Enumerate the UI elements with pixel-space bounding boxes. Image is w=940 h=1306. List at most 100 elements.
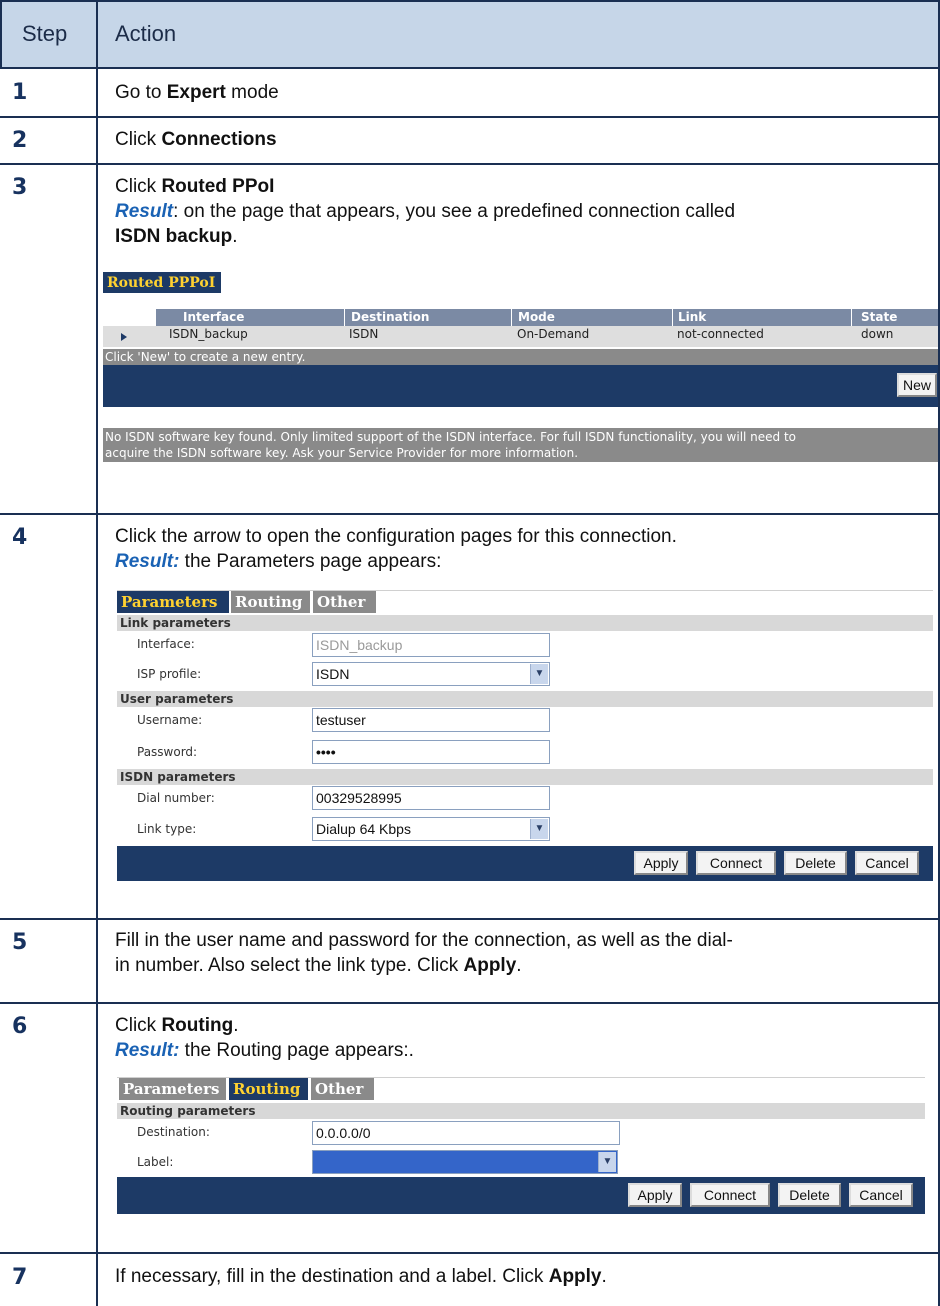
step-text-bold: Routed PPoI	[161, 176, 275, 197]
tab-strip: Parameters Routing Other	[117, 590, 933, 613]
col-mode: Mode	[518, 310, 555, 324]
link-type-select[interactable]: Dialup 64 Kbps ▼	[312, 817, 550, 841]
routing-screenshot: Parameters Routing Other Routing paramet…	[117, 1077, 925, 1245]
link-type-label: Link type:	[137, 822, 197, 836]
row-link: not-connected	[677, 327, 764, 341]
result-text-bold: ISDN backup	[115, 226, 233, 247]
open-row-arrow-icon[interactable]	[121, 333, 127, 341]
step-number: 1	[12, 80, 28, 105]
step-text: Click the arrow to open the configuratio…	[115, 524, 935, 574]
step-text-bold: Routing	[161, 1015, 234, 1036]
result-text: the Parameters page appears:	[179, 551, 442, 572]
routed-pppoi-title: Routed PPPoI	[103, 272, 222, 293]
destination-field[interactable]: 0.0.0.0/0	[312, 1121, 620, 1145]
label-select[interactable]: ▼	[312, 1150, 618, 1174]
destination-label: Destination:	[137, 1125, 210, 1139]
step-text-bold: Connections	[161, 129, 277, 150]
chevron-down-icon[interactable]: ▼	[530, 819, 548, 839]
step-text-bold: Apply	[463, 955, 517, 976]
isp-profile-value: ISDN	[316, 666, 350, 682]
routing-parameters-section: Routing parameters	[117, 1103, 925, 1119]
column-separator	[672, 309, 673, 326]
action-bar: New	[103, 365, 938, 407]
column-separator	[851, 309, 852, 326]
dial-number-field[interactable]: 00329528995	[312, 786, 550, 810]
tab-other[interactable]: Other	[311, 1078, 374, 1100]
step-text-part: Click	[115, 129, 162, 150]
username-label: Username:	[137, 713, 203, 727]
isp-profile-select[interactable]: ISDN ▼	[312, 662, 550, 686]
isdn-key-warning: No ISDN software key found. Only limited…	[103, 428, 938, 462]
step-text-part: .	[516, 955, 522, 976]
apply-button[interactable]: Apply	[628, 1183, 682, 1207]
col-interface: Interface	[183, 310, 245, 324]
step-text: Click Routing. Result: the Routing page …	[115, 1013, 935, 1063]
connect-button[interactable]: Connect	[690, 1183, 770, 1207]
result-label: Result:	[115, 1040, 180, 1061]
interface-label: Interface:	[137, 637, 195, 651]
routed-pppoi-screenshot: Routed PPPoI Interface Destination Mode …	[103, 272, 938, 462]
tab-routing[interactable]: Routing	[229, 1078, 308, 1100]
row-destination: ISDN	[349, 327, 379, 341]
chevron-down-icon[interactable]: ▼	[530, 664, 548, 684]
step-number: 4	[12, 525, 28, 550]
interface-field: ISDN_backup	[312, 633, 550, 657]
user-parameters-section: User parameters	[117, 691, 933, 707]
warning-line: No ISDN software key found. Only limited…	[105, 430, 797, 444]
rule	[0, 1252, 940, 1254]
rule	[0, 67, 940, 69]
new-button[interactable]: New	[897, 373, 937, 397]
result-text: .	[232, 226, 238, 247]
column-separator	[344, 309, 345, 326]
step-text-part: Click the arrow to open the configuratio…	[115, 526, 677, 547]
step-text-part: Click	[115, 176, 162, 197]
result-label: Result	[115, 201, 174, 222]
step-number: 2	[12, 128, 28, 153]
username-field[interactable]: testuser	[312, 708, 550, 732]
rule	[0, 918, 940, 920]
new-entry-hint: Click 'New' to create a new entry.	[103, 349, 938, 365]
step-text-bold: Expert	[166, 82, 226, 103]
result-text: : on the page that appears, you see a pr…	[173, 201, 736, 222]
password-label: Password:	[137, 745, 198, 759]
connections-grid-header: Interface Destination Mode Link State	[156, 309, 938, 326]
isdn-parameters-section: ISDN parameters	[117, 769, 933, 785]
action-column-header: Action	[115, 21, 177, 46]
tab-other[interactable]: Other	[313, 591, 376, 613]
tab-parameters[interactable]: Parameters	[117, 591, 229, 613]
step-number: 7	[12, 1265, 28, 1290]
step-text-part: .	[601, 1266, 607, 1287]
column-separator	[511, 309, 512, 326]
connect-button[interactable]: Connect	[696, 851, 776, 875]
result-text: the Routing page appears:.	[179, 1040, 414, 1061]
step-text-part: Click	[115, 1015, 162, 1036]
step-text-part: Fill in the user name and password for t…	[115, 930, 733, 951]
cancel-button[interactable]: Cancel	[849, 1183, 913, 1207]
step-text: If necessary, fill in the destination an…	[115, 1264, 935, 1289]
step-column-header: Step	[22, 21, 68, 46]
isp-profile-label: ISP profile:	[137, 667, 202, 681]
password-field[interactable]: ••••	[312, 740, 550, 764]
table-header: Step Action	[0, 0, 940, 68]
step-text-bold: Apply	[548, 1266, 602, 1287]
step-text-part: in number. Also select the link type. Cl…	[115, 955, 464, 976]
tab-routing[interactable]: Routing	[231, 591, 310, 613]
chevron-down-icon[interactable]: ▼	[598, 1152, 616, 1172]
step-text: Click Connections	[115, 127, 277, 152]
cancel-button[interactable]: Cancel	[855, 851, 919, 875]
step-text-part: mode	[225, 82, 279, 103]
row-state: down	[861, 327, 894, 341]
tab-parameters[interactable]: Parameters	[119, 1078, 226, 1100]
delete-button[interactable]: Delete	[778, 1183, 841, 1207]
step-text: Go to Expert mode	[115, 80, 279, 105]
rule	[0, 1002, 940, 1004]
rule	[0, 0, 940, 2]
col-link: Link	[678, 310, 707, 324]
table-row[interactable]: ISDN_backup ISDN On-Demand not-connected…	[103, 326, 938, 347]
link-type-value: Dialup 64 Kbps	[316, 821, 411, 837]
delete-button[interactable]: Delete	[784, 851, 847, 875]
row-mode: On-Demand	[517, 327, 590, 341]
apply-button[interactable]: Apply	[634, 851, 688, 875]
col-state: State	[861, 310, 898, 324]
result-label: Result:	[115, 551, 180, 572]
